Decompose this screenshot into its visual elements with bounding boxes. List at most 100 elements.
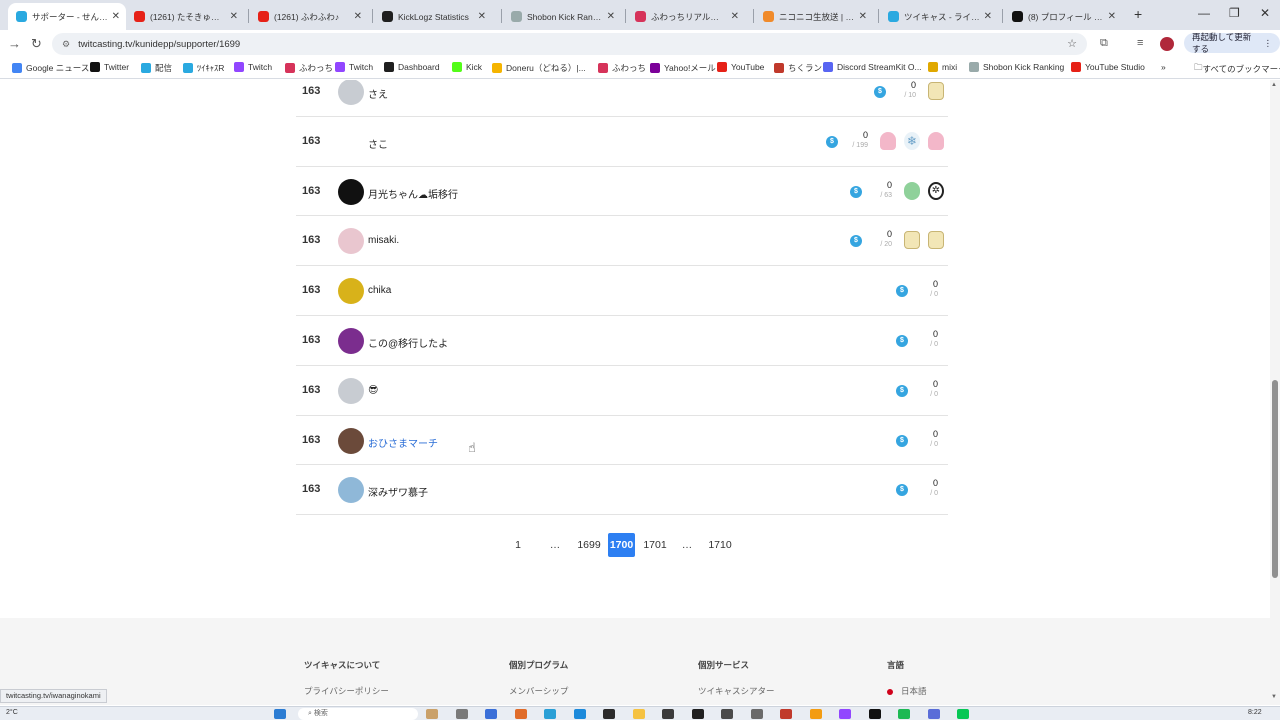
bookmark-item[interactable]: Dashboard [384,62,440,72]
bookmark-item[interactable]: Doneru（どねる）|... [492,62,586,74]
supporter-avatar[interactable] [338,327,364,354]
page-link[interactable]: 1699 [574,533,604,557]
browser-tab[interactable]: ニコニコ生放送 | リアル ✕ [755,3,873,30]
footer-link[interactable]: メンバーシップ [509,685,568,697]
taskbar-app-icon[interactable] [455,709,468,719]
browser-tab[interactable]: サポーター - せんちょさん ✕ [8,3,126,30]
browser-tab[interactable]: Shobon Kick Ranking ✕ [503,3,621,30]
taskbar-app-icon[interactable] [868,709,881,719]
bookmark-item[interactable]: ふわっち [285,62,333,74]
taskbar-app-icon[interactable] [780,709,792,719]
bookmark-item[interactable]: ちくラン [774,62,822,74]
weather-temperature[interactable]: 2°C [6,709,18,716]
page-scrollbar[interactable]: ▲ ▼ [1270,80,1280,705]
supporter-avatar[interactable] [338,80,364,105]
bookmark-item[interactable]: Discord StreamKit O... [823,62,922,72]
menu-icon[interactable]: ⋮ [1264,38,1273,49]
bookmark-item[interactable]: mixi [928,62,957,72]
bookmark-item[interactable]: Yahoo!メール [650,62,716,74]
taskbar-app-icon[interactable] [927,709,940,719]
supporter-name[interactable]: 深みザワ慕子 [368,484,428,499]
supporter-name[interactable]: さえ [368,86,388,101]
footer-link[interactable]: プライバシーポリシー [304,685,389,697]
taskbar-app-icon[interactable] [691,709,704,719]
tab-close-icon[interactable]: ✕ [607,11,615,22]
supporter-name[interactable]: おひさまマーチ [368,435,438,450]
supporter-avatar[interactable] [338,278,364,305]
browser-tab[interactable]: ツイキャス - ライブでつな ✕ [880,3,998,30]
tab-close-icon[interactable]: ✕ [1108,11,1116,22]
footer-link[interactable]: 日本語 [887,685,927,697]
taskbar-app-icon[interactable] [750,709,763,719]
bookmark-star-icon[interactable]: ☆ [1067,37,1077,50]
tab-close-icon[interactable]: ✕ [478,11,486,22]
page-link[interactable]: 1 [510,533,526,557]
tab-close-icon[interactable]: ✕ [984,11,992,22]
bookmark-item[interactable]: Kick [452,62,482,72]
bookmark-item[interactable]: Twitch [234,62,272,72]
supporter-name[interactable]: 😎 [368,385,378,396]
taskbar-app-icon[interactable] [632,709,645,719]
all-bookmarks-button[interactable]: 🗀 すべてのブックマーク [1194,62,1280,76]
bookmark-item[interactable]: Google ニュース [12,62,89,74]
taskbar-app-icon[interactable] [898,709,910,719]
bookmark-item[interactable]: Twitter [90,62,129,72]
media-controls-icon[interactable]: ≡ [1137,37,1143,49]
minimize-icon[interactable]: — [1198,6,1210,20]
scroll-up-icon[interactable]: ▲ [1271,82,1277,88]
tab-close-icon[interactable]: ✕ [230,11,238,22]
taskbar-app-icon[interactable] [544,709,556,719]
scrollbar-thumb[interactable] [1272,380,1278,578]
taskbar-app-icon[interactable] [603,709,615,719]
tab-close-icon[interactable]: ✕ [731,11,739,22]
taskbar-app-icon[interactable] [573,709,586,719]
bookmark-item[interactable]: YouTube [717,62,764,72]
bookmark-item[interactable]: Shobon Kick Ranking [969,62,1064,72]
taskbar-app-icon[interactable] [514,709,527,719]
taskbar-app-icon[interactable] [809,709,822,719]
tab-close-icon[interactable]: ✕ [112,11,120,22]
bookmark-item[interactable]: ふわっち [598,62,646,74]
supporter-avatar[interactable] [338,477,364,504]
browser-tab[interactable]: ふわっちリアルタイムラン ✕ [627,3,745,30]
taskbar-app-icon[interactable] [721,709,733,719]
browser-tab[interactable]: (1261) ふわふわ♪ ✕ [250,3,368,30]
tab-close-icon[interactable]: ✕ [354,11,362,22]
bookmark-item[interactable]: Twitch [335,62,373,72]
taskbar-app-icon[interactable] [957,709,969,719]
start-icon[interactable] [274,709,286,719]
site-info-icon[interactable]: ⚙ [62,39,70,50]
page-link[interactable]: 1710 [705,533,735,557]
supporter-avatar[interactable] [338,178,364,205]
taskbar-search[interactable]: ⌕ 検索 [298,708,418,720]
taskbar-app-icon[interactable] [662,709,674,719]
restore-icon[interactable]: ❐ [1229,6,1240,20]
taskbar-app-icon[interactable] [485,709,497,719]
bookmark-item[interactable]: YouTube Studio [1071,62,1145,72]
address-bar[interactable]: ⚙ twitcasting.tv/kunidepp/supporter/1699… [52,33,1087,55]
taskbar-app-icon[interactable] [426,709,438,719]
supporter-name[interactable]: 月光ちゃん☁垢移行 [368,186,458,201]
reload-icon[interactable]: ↻ [31,36,42,52]
bookmark-item[interactable]: ﾂｲｷｬｽR [183,62,224,74]
page-link[interactable]: 1701 [640,533,670,557]
footer-link[interactable]: ツイキャスシアター [698,685,775,697]
relaunch-update-button[interactable]: 再起動して更新する ⋮ [1184,32,1280,54]
close-window-icon[interactable]: ✕ [1260,6,1270,20]
clock[interactable]: 8:22 [1248,709,1262,716]
supporter-avatar[interactable] [338,228,364,255]
bookmark-item[interactable]: 配信 [141,62,172,74]
browser-tab[interactable]: (8) プロフィール / X ✕ [1004,3,1122,30]
forward-icon[interactable]: → [8,36,21,51]
browser-tab[interactable]: (1261) たそきゅんアカウ ✕ [126,3,244,30]
extensions-icon[interactable]: ⧉ [1100,37,1108,50]
supporter-avatar[interactable] [338,427,364,454]
supporter-avatar[interactable] [338,128,364,155]
new-tab-button[interactable]: + [1134,6,1142,22]
profile-avatar[interactable] [1160,37,1174,51]
supporter-name[interactable]: さこ [368,136,388,151]
browser-tab[interactable]: KickLogz Statistics ✕ [374,3,492,30]
taskbar-app-icon[interactable] [839,709,851,719]
supporter-name[interactable]: misaki. [368,235,399,246]
tab-close-icon[interactable]: ✕ [859,11,867,22]
